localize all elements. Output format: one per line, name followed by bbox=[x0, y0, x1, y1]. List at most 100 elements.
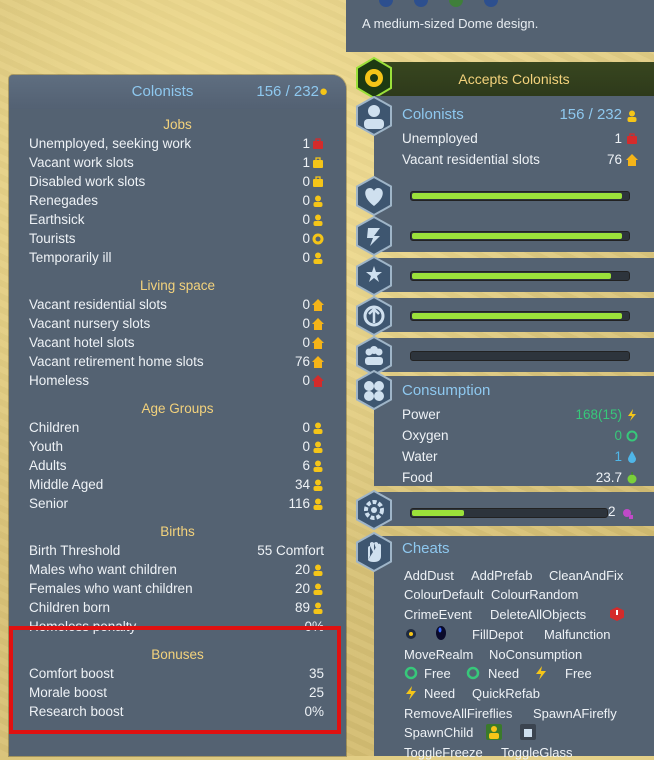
stat-row: Children 0 bbox=[29, 420, 324, 439]
resource-value: 0 bbox=[614, 428, 622, 443]
stat-value: 1 bbox=[302, 155, 310, 170]
colonist-portrait-icon[interactable] bbox=[354, 96, 394, 136]
briefcase-red-icon bbox=[627, 133, 637, 144]
power-icon bbox=[536, 666, 546, 680]
home-icon bbox=[312, 337, 324, 349]
stat-row: Earthsick 0 bbox=[29, 212, 324, 231]
colonist-icon bbox=[313, 564, 323, 576]
accepts-colonists-icon[interactable] bbox=[354, 56, 394, 100]
stat-label: Middle Aged bbox=[29, 477, 104, 492]
power-icon bbox=[406, 686, 416, 700]
consumption-row: Food 23.7 bbox=[402, 470, 638, 489]
cheat-need-button[interactable]: Need bbox=[424, 686, 455, 701]
stat-label: Vacant residential slots bbox=[29, 297, 167, 312]
cheat-quickrefab-button[interactable]: QuickRefab bbox=[472, 686, 540, 701]
cheat-togglefreeze-button[interactable]: ToggleFreeze bbox=[404, 745, 483, 760]
bonuses-highlight bbox=[9, 626, 341, 734]
colonist-icon bbox=[313, 252, 323, 264]
colonist-icon bbox=[313, 479, 323, 491]
service-progress-bar bbox=[410, 508, 608, 518]
oxygen-icon bbox=[626, 430, 638, 442]
stat-progress-fill bbox=[412, 193, 622, 199]
cheat-free-button[interactable]: Free bbox=[424, 666, 451, 681]
stat-label: Vacant retirement home slots bbox=[29, 354, 204, 369]
service-gear-icon[interactable] bbox=[354, 490, 394, 530]
cheat-toggleglass-button[interactable]: ToggleGlass bbox=[501, 745, 573, 760]
cheat-crimeevent-button[interactable]: CrimeEvent bbox=[404, 607, 472, 622]
alert-icon bbox=[610, 607, 624, 621]
stat-label: Tourists bbox=[29, 231, 76, 246]
health-heart-icon[interactable] bbox=[354, 176, 394, 216]
sanity-brain-icon[interactable] bbox=[354, 216, 394, 256]
stat-label: Vacant nursery slots bbox=[29, 316, 151, 331]
consumption-icon[interactable] bbox=[354, 370, 394, 410]
stat-value: 0 bbox=[302, 297, 310, 312]
cheat-malfunction-button[interactable]: Malfunction bbox=[544, 627, 610, 642]
resource-value: 23.7 bbox=[595, 470, 622, 485]
cheat-addprefab-button[interactable]: AddPrefab bbox=[471, 568, 532, 583]
resource-label: Oxygen bbox=[402, 428, 449, 443]
stat-row: Females who want children 20 bbox=[29, 581, 324, 600]
tourist-icon bbox=[312, 233, 324, 245]
colonist-icon bbox=[313, 583, 323, 595]
cheat-removeallfireflies-button[interactable]: RemoveAllFireflies bbox=[404, 706, 512, 721]
colonists-vacant-row: Vacant residential slots 76 bbox=[402, 152, 638, 171]
section-title-consumption: Consumption bbox=[402, 382, 491, 399]
colonists-unemployed-row: Unemployed 1 bbox=[402, 131, 638, 150]
comfort-stars-icon[interactable] bbox=[354, 256, 394, 296]
panel-header: Colonists 156 / 232● bbox=[9, 75, 346, 109]
cheat-colourrandom-button[interactable]: ColourRandom bbox=[491, 587, 578, 602]
stat-value: 0 bbox=[302, 420, 310, 435]
stat-value: 0 bbox=[302, 250, 310, 265]
stat-value: 0 bbox=[302, 373, 310, 388]
stat-label: Vacant residential slots bbox=[402, 152, 540, 167]
stat-row: Children born 89 bbox=[29, 600, 324, 619]
cheat-noconsumption-button[interactable]: NoConsumption bbox=[489, 647, 582, 662]
stat-row: Males who want children 20 bbox=[29, 562, 324, 581]
gear-dark-icon bbox=[406, 629, 416, 639]
tab-icons bbox=[379, 0, 498, 7]
cheat-filldepot-button[interactable]: FillDepot bbox=[472, 627, 523, 642]
cheats-hand-icon[interactable] bbox=[354, 532, 394, 572]
cheat-colourdefault-button[interactable]: ColourDefault bbox=[404, 587, 484, 602]
power-icon bbox=[628, 409, 636, 421]
stat-label: Temporarily ill bbox=[29, 250, 112, 265]
cheat-free-button[interactable]: Free bbox=[565, 666, 592, 681]
stat-value: 76 bbox=[294, 354, 310, 369]
stat-value: 34 bbox=[294, 477, 310, 492]
stat-label: Unemployed, seeking work bbox=[29, 136, 192, 151]
home-icon bbox=[626, 154, 638, 166]
stat-progress-bar bbox=[410, 191, 630, 201]
cheat-need-button[interactable]: Need bbox=[488, 666, 519, 681]
stat-row: Tourists 0 bbox=[29, 231, 324, 250]
colonist-icon bbox=[313, 441, 323, 453]
stat-value: 1 bbox=[614, 131, 622, 146]
stat-label: Children born bbox=[29, 600, 111, 615]
cheat-moverealm-button[interactable]: MoveRealm bbox=[404, 647, 473, 662]
stat-label: Senior bbox=[29, 496, 69, 511]
stat-value: 55 Comfort bbox=[257, 543, 324, 558]
home-icon bbox=[312, 318, 324, 330]
consumption-row: Water 1 bbox=[402, 449, 638, 468]
cheat-adddust-button[interactable]: AddDust bbox=[404, 568, 454, 583]
stat-label: Earthsick bbox=[29, 212, 85, 227]
stat-label: Unemployed bbox=[402, 131, 478, 146]
morale-icon[interactable] bbox=[354, 296, 394, 336]
stat-progress-fill bbox=[412, 273, 612, 279]
section-header-births: Births bbox=[160, 524, 195, 539]
stat-label: Renegades bbox=[29, 193, 99, 208]
cheat-deleteallobjects-button[interactable]: DeleteAllObjects bbox=[490, 607, 586, 622]
resource-value: 168(15) bbox=[575, 407, 622, 422]
cheat-spawnafirefly-button[interactable]: SpawnAFirefly bbox=[533, 706, 617, 721]
cheat-cleanandfix-button[interactable]: CleanAndFix bbox=[549, 568, 623, 583]
cheat-spawnchild-button[interactable]: SpawnChild bbox=[404, 725, 473, 740]
stat-value: 89 bbox=[294, 600, 310, 615]
stat-label: Vacant work slots bbox=[29, 155, 134, 170]
resource-value: 1 bbox=[614, 449, 622, 464]
resource-label: Water bbox=[402, 449, 438, 464]
stat-progress-fill bbox=[412, 233, 622, 239]
stat-value: 0 bbox=[302, 335, 310, 350]
paint-icon bbox=[520, 724, 536, 740]
stat-value: 0 bbox=[302, 174, 310, 189]
stat-value: 76 bbox=[606, 152, 622, 167]
